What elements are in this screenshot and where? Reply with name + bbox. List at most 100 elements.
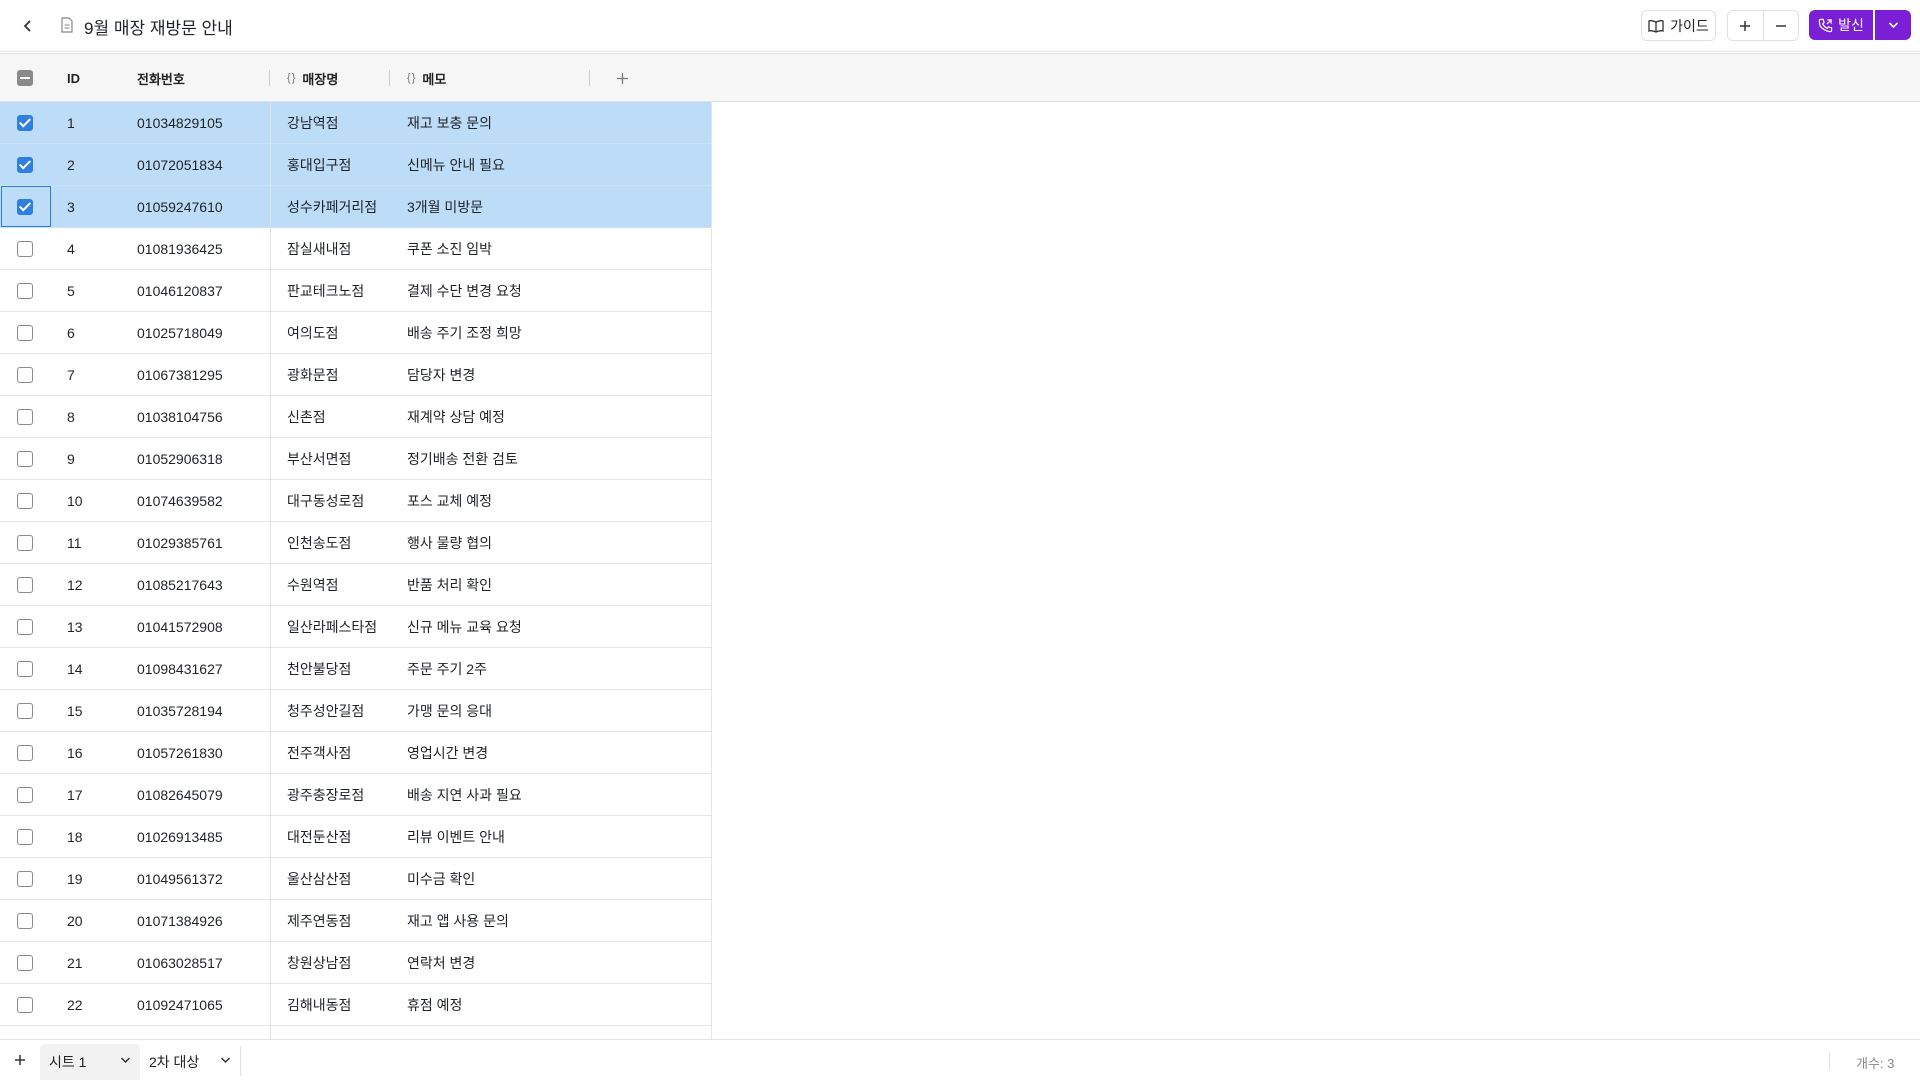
cell-id[interactable]: 22 bbox=[67, 984, 83, 1025]
cell-store[interactable]: 광주충장로점 bbox=[287, 774, 364, 815]
table-row[interactable]: 20 01071384926 제주연동점 재고 앱 사용 문의 bbox=[0, 900, 712, 942]
table-row[interactable]: 14 01098431627 천안불당점 주문 주기 2주 bbox=[0, 648, 712, 690]
table-row[interactable]: 10 01074639582 대구동성로점 포스 교체 예정 bbox=[0, 480, 712, 522]
row-checkbox[interactable] bbox=[17, 115, 33, 131]
table-row[interactable]: 8 01038104756 신촌점 재계약 상담 예정 bbox=[0, 396, 712, 438]
table-row[interactable]: 2 01072051834 홍대입구점 신메뉴 안내 필요 bbox=[0, 144, 712, 186]
cell-id[interactable]: 20 bbox=[67, 900, 83, 941]
select-all-checkbox[interactable] bbox=[17, 70, 33, 86]
row-checkbox[interactable] bbox=[17, 619, 33, 635]
column-resize-handle[interactable] bbox=[269, 70, 270, 86]
cell-id[interactable]: 11 bbox=[67, 522, 82, 563]
row-checkbox[interactable] bbox=[17, 157, 33, 173]
cell-memo[interactable]: 정기배송 전환 검토 bbox=[407, 438, 518, 479]
back-button[interactable] bbox=[14, 12, 42, 40]
row-checkbox[interactable] bbox=[17, 325, 33, 341]
cell-memo[interactable]: 리뷰 이벤트 안내 bbox=[407, 816, 505, 857]
cell-memo[interactable]: 주문 주기 2주 bbox=[407, 648, 487, 689]
cell-memo[interactable]: 미수금 확인 bbox=[407, 858, 475, 899]
column-resize-handle[interactable] bbox=[389, 70, 390, 86]
cell-phone[interactable]: 01085217643 bbox=[137, 564, 223, 605]
cell-id[interactable]: 4 bbox=[67, 228, 75, 269]
cell-id[interactable]: 12 bbox=[67, 564, 83, 605]
cell-store[interactable]: 부산서면점 bbox=[287, 438, 351, 479]
table-row[interactable]: 11 01029385761 인천송도점 행사 물량 협의 bbox=[0, 522, 712, 564]
cell-store[interactable]: 수원역점 bbox=[287, 564, 339, 605]
chevron-down-icon[interactable] bbox=[120, 1056, 131, 1064]
cell-store[interactable]: 강남역점 bbox=[287, 102, 339, 143]
cell-memo[interactable]: 영업시간 변경 bbox=[407, 732, 488, 773]
cell-memo[interactable]: 반품 처리 확인 bbox=[407, 564, 492, 605]
cell-store[interactable]: 김해내동점 bbox=[287, 984, 351, 1025]
cell-memo[interactable]: 재고 보충 문의 bbox=[407, 102, 492, 143]
cell-memo[interactable]: 담당자 변경 bbox=[407, 354, 475, 395]
cell-memo[interactable]: 행사 물량 협의 bbox=[407, 522, 492, 563]
row-checkbox[interactable] bbox=[17, 493, 33, 509]
cell-store[interactable]: 일산라페스타점 bbox=[287, 606, 377, 647]
cell-phone[interactable]: 01038104756 bbox=[137, 396, 223, 437]
cell-id[interactable]: 15 bbox=[67, 690, 83, 731]
cell-phone[interactable]: 01052906318 bbox=[137, 438, 223, 479]
cell-store[interactable]: 천안불당점 bbox=[287, 648, 351, 689]
cell-phone[interactable]: 01025718049 bbox=[137, 312, 223, 353]
cell-phone[interactable]: 01082645079 bbox=[137, 774, 223, 815]
table-row[interactable]: 9 01052906318 부산서면점 정기배송 전환 검토 bbox=[0, 438, 712, 480]
cell-store[interactable]: 인천송도점 bbox=[287, 522, 351, 563]
cell-memo[interactable]: 휴점 예정 bbox=[407, 984, 462, 1025]
sheet-tab-2[interactable]: 2차 대상 bbox=[140, 1044, 240, 1080]
sheet-tab-1[interactable]: 시트 1 bbox=[40, 1044, 140, 1080]
cell-id[interactable]: 1 bbox=[67, 102, 75, 143]
cell-phone[interactable]: 01057261830 bbox=[137, 732, 223, 773]
cell-store[interactable]: 성수카페거리점 bbox=[287, 186, 377, 227]
cell-store[interactable]: 홍대입구점 bbox=[287, 144, 351, 185]
table-row[interactable]: 13 01041572908 일산라페스타점 신규 메뉴 교육 요청 bbox=[0, 606, 712, 648]
cell-store[interactable]: 울산삼산점 bbox=[287, 858, 351, 899]
table-row[interactable]: 1 01034829105 강남역점 재고 보충 문의 bbox=[0, 102, 712, 144]
table-row[interactable]: 17 01082645079 광주충장로점 배송 지연 사과 필요 bbox=[0, 774, 712, 816]
row-checkbox[interactable] bbox=[17, 745, 33, 761]
cell-phone[interactable]: 01034829105 bbox=[137, 102, 223, 143]
add-column-button[interactable] bbox=[616, 54, 629, 102]
cell-id[interactable]: 14 bbox=[67, 648, 83, 689]
row-checkbox[interactable] bbox=[17, 535, 33, 551]
row-checkbox[interactable] bbox=[17, 913, 33, 929]
cell-phone[interactable]: 01071384926 bbox=[137, 900, 223, 941]
column-header-memo[interactable]: { } 메모 bbox=[407, 54, 446, 102]
cell-memo[interactable]: 재고 앱 사용 문의 bbox=[407, 900, 509, 941]
cell-id[interactable]: 5 bbox=[67, 270, 75, 311]
cell-phone[interactable]: 01046120837 bbox=[137, 270, 223, 311]
cell-id[interactable]: 16 bbox=[67, 732, 83, 773]
table-row[interactable]: 7 01067381295 광화문점 담당자 변경 bbox=[0, 354, 712, 396]
cell-id[interactable]: 19 bbox=[67, 858, 83, 899]
table-row[interactable]: 15 01035728194 청주성안길점 가맹 문의 응대 bbox=[0, 690, 712, 732]
row-checkbox[interactable] bbox=[17, 409, 33, 425]
cell-phone[interactable]: 01026913485 bbox=[137, 816, 223, 857]
cell-memo[interactable]: 쿠폰 소진 임박 bbox=[407, 228, 492, 269]
cell-store[interactable]: 대전둔산점 bbox=[287, 816, 351, 857]
cell-store[interactable]: 대구동성로점 bbox=[287, 480, 364, 521]
cell-store[interactable]: 잠실새내점 bbox=[287, 228, 351, 269]
table-row[interactable]: 22 01092471065 김해내동점 휴점 예정 bbox=[0, 984, 712, 1026]
cell-memo[interactable]: 3개월 미방문 bbox=[407, 186, 483, 227]
cell-phone[interactable]: 01072051834 bbox=[137, 144, 223, 185]
cell-store[interactable]: 신촌점 bbox=[287, 396, 326, 437]
cell-id[interactable]: 6 bbox=[67, 312, 75, 353]
table-row[interactable]: 21 01063028517 창원상남점 연락처 변경 bbox=[0, 942, 712, 984]
cell-store[interactable]: 창원상남점 bbox=[287, 942, 351, 983]
table-row[interactable]: 4 01081936425 잠실새내점 쿠폰 소진 임박 bbox=[0, 228, 712, 270]
cell-id[interactable]: 13 bbox=[67, 606, 83, 647]
cell-id[interactable]: 9 bbox=[67, 438, 75, 479]
row-checkbox[interactable] bbox=[17, 661, 33, 677]
chevron-down-icon[interactable] bbox=[220, 1056, 231, 1064]
cell-phone[interactable]: 01074639582 bbox=[137, 480, 223, 521]
row-checkbox[interactable] bbox=[17, 577, 33, 593]
add-sheet-button[interactable] bbox=[10, 1050, 30, 1070]
table-row[interactable]: 18 01026913485 대전둔산점 리뷰 이벤트 안내 bbox=[0, 816, 712, 858]
cell-phone[interactable]: 01059247610 bbox=[137, 186, 223, 227]
row-checkbox[interactable] bbox=[17, 871, 33, 887]
row-checkbox[interactable] bbox=[17, 829, 33, 845]
row-checkbox[interactable] bbox=[17, 241, 33, 257]
cell-memo[interactable]: 결제 수단 변경 요청 bbox=[407, 270, 522, 311]
zoom-in-button[interactable] bbox=[1728, 11, 1763, 40]
cell-phone[interactable]: 01063028517 bbox=[137, 942, 223, 983]
